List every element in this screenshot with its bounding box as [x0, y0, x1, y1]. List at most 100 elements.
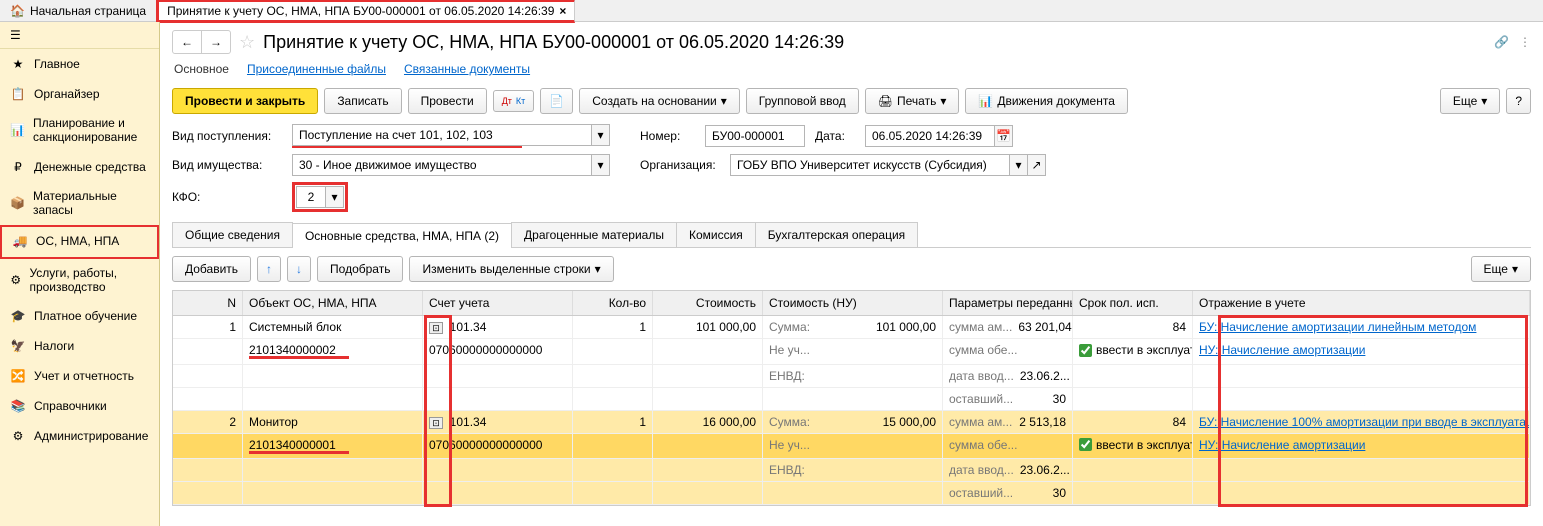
inner-tabs: Общие сведения Основные средства, НМА, Н… — [172, 222, 1531, 248]
home-icon: 🏠 — [10, 4, 25, 18]
sidebar-toggle[interactable]: ☰ — [0, 22, 159, 49]
property-type-label: Вид имущества: — [172, 158, 282, 172]
move-down-button[interactable]: ↓ — [287, 256, 311, 282]
kfo-dropdown[interactable]: ▾ — [326, 186, 344, 208]
star-icon: ★ — [10, 56, 26, 72]
th-srok[interactable]: Срок пол. исп. — [1073, 291, 1193, 315]
more-icon[interactable]: ⋮ — [1519, 35, 1531, 49]
sidebar-item-main[interactable]: ★Главное — [0, 49, 159, 79]
sidebar-item-admin[interactable]: ⚙Администрирование — [0, 421, 159, 451]
post-close-button[interactable]: Провести и закрыть — [172, 88, 318, 114]
move-up-button[interactable]: ↑ — [257, 256, 281, 282]
date-label: Дата: — [815, 129, 855, 143]
forward-button[interactable]: → — [202, 31, 230, 53]
account-column-highlight — [424, 315, 452, 507]
create-based-button[interactable]: Создать на основании ▾ — [579, 88, 740, 114]
debit-credit-button[interactable]: ДтКт — [493, 90, 535, 112]
th-qty[interactable]: Кол-во — [573, 291, 653, 315]
sidebar-item-taxes[interactable]: 🦅Налоги — [0, 331, 159, 361]
top-tabs: 🏠 Начальная страница Принятие к учету ОС… — [0, 0, 1543, 22]
edit-selected-button[interactable]: Изменить выделенные строки ▾ — [409, 256, 613, 282]
plan-icon: 📊 — [10, 122, 25, 138]
th-cost[interactable]: Стоимость — [653, 291, 763, 315]
sublink-related[interactable]: Связанные документы — [404, 62, 530, 76]
tab-document[interactable]: Принятие к учету ОС, НМА, НПА БУ00-00000… — [156, 0, 575, 23]
link-icon[interactable]: 🔗 — [1494, 35, 1509, 49]
eagle-icon: 🦅 — [10, 338, 26, 354]
th-params[interactable]: Параметры переданны... — [943, 291, 1073, 315]
th-obj[interactable]: Объект ОС, НМА, НПА — [243, 291, 423, 315]
reflection-highlight — [1218, 315, 1528, 507]
org-open[interactable]: ↗ — [1028, 154, 1046, 176]
back-button[interactable]: ← — [173, 31, 202, 53]
receipt-type-field[interactable]: Поступление на счет 101, 102, 103 — [292, 124, 592, 146]
sidebar-item-organizer[interactable]: 📋Органайзер — [0, 79, 159, 109]
th-acc[interactable]: Счет учета — [423, 291, 573, 315]
sidebar-item-services[interactable]: ⚙Услуги, работы, производство — [0, 259, 159, 302]
help-button[interactable]: ? — [1506, 88, 1531, 114]
receipt-type-label: Вид поступления: — [172, 129, 282, 143]
toolbar: Провести и закрыть Записать Провести ДтК… — [172, 88, 1531, 114]
date-picker-button[interactable]: 📅 — [995, 125, 1013, 147]
sidebar-item-money[interactable]: ₽Денежные средства — [0, 152, 159, 182]
th-costnu[interactable]: Стоимость (НУ) — [763, 291, 943, 315]
sub-toolbar: Добавить ↑ ↓ Подобрать Изменить выделенн… — [172, 256, 1531, 282]
write-button[interactable]: Записать — [324, 88, 401, 114]
sidebar: ☰ ★Главное 📋Органайзер 📊Планирование и с… — [0, 22, 160, 526]
receipt-type-dropdown[interactable]: ▾ — [592, 124, 610, 146]
number-field[interactable]: БУ00-000001 — [705, 125, 805, 147]
table-header: N Объект ОС, НМА, НПА Счет учета Кол-во … — [173, 291, 1530, 316]
group-input-button[interactable]: Групповой ввод — [746, 88, 859, 114]
book-icon: 📚 — [10, 398, 26, 414]
org-dropdown[interactable]: ▾ — [1010, 154, 1028, 176]
tab-home[interactable]: 🏠 Начальная страница — [0, 1, 156, 21]
tab-document-label: Принятие к учету ОС, НМА, НПА БУ00-00000… — [167, 4, 554, 18]
more-button[interactable]: Еще ▾ — [1440, 88, 1500, 114]
pick-button[interactable]: Подобрать — [317, 256, 403, 282]
gear-icon: ⚙ — [10, 428, 26, 444]
nav-buttons: ← → — [172, 30, 231, 54]
tab-general[interactable]: Общие сведения — [172, 222, 293, 247]
truck-icon: 🚚 — [12, 234, 28, 250]
tab-commission[interactable]: Комиссия — [676, 222, 756, 247]
property-type-dropdown[interactable]: ▾ — [592, 154, 610, 176]
sliders-icon: ⚙ — [10, 272, 21, 288]
grad-cap-icon: 🎓 — [10, 308, 26, 324]
commission-checkbox[interactable]: ввести в эксплуатацию — [1079, 343, 1193, 357]
sidebar-item-paid-edu[interactable]: 🎓Платное обучение — [0, 301, 159, 331]
tab-accounting[interactable]: Бухгалтерская операция — [755, 222, 918, 247]
th-n[interactable]: N — [173, 291, 243, 315]
sidebar-item-reports[interactable]: 🔀Учет и отчетность — [0, 361, 159, 391]
sublink-main[interactable]: Основное — [174, 62, 229, 76]
sidebar-item-refs[interactable]: 📚Справочники — [0, 391, 159, 421]
tab-home-label: Начальная страница — [30, 4, 146, 18]
sidebar-item-planning[interactable]: 📊Планирование и санкционирование — [0, 109, 159, 152]
report-button[interactable]: 📄 — [540, 88, 573, 114]
sidebar-item-os[interactable]: 🚚ОС, НМА, НПА — [0, 225, 159, 259]
share-icon: 🔀 — [10, 368, 26, 384]
kfo-label: КФО: — [172, 190, 282, 204]
print-button[interactable]: 🖨 Печать ▾ — [865, 88, 960, 114]
property-type-field[interactable]: 30 - Иное движимое имущество — [292, 154, 592, 176]
kfo-field[interactable]: 2 — [296, 186, 326, 208]
box-icon: 📦 — [10, 195, 25, 211]
data-table: N Объект ОС, НМА, НПА Счет учета Кол-во … — [172, 290, 1531, 506]
date-field[interactable]: 06.05.2020 14:26:39 — [865, 125, 995, 147]
close-icon[interactable]: × — [559, 4, 566, 18]
content: ← → ☆ Принятие к учету ОС, НМА, НПА БУ00… — [160, 22, 1543, 526]
org-label: Организация: — [640, 158, 720, 172]
tab-precious[interactable]: Драгоценные материалы — [511, 222, 677, 247]
add-button[interactable]: Добавить — [172, 256, 251, 282]
favorite-star[interactable]: ☆ — [239, 32, 255, 53]
th-refl[interactable]: Отражение в учете — [1193, 291, 1530, 315]
post-button[interactable]: Провести — [408, 88, 487, 114]
sub-more-button[interactable]: Еще ▾ — [1471, 256, 1531, 282]
tab-os[interactable]: Основные средства, НМА, НПА (2) — [292, 223, 512, 248]
org-field[interactable]: ГОБУ ВПО Университет искусств (Субсидия) — [730, 154, 1010, 176]
sublink-files[interactable]: Присоединенные файлы — [247, 62, 386, 76]
number-label: Номер: — [640, 129, 695, 143]
sidebar-item-materials[interactable]: 📦Материальные запасы — [0, 182, 159, 225]
ruble-icon: ₽ — [10, 159, 26, 175]
movements-button[interactable]: 📊 Движения документа — [965, 88, 1128, 114]
commission-checkbox[interactable]: ввести в эксплуатацию — [1079, 438, 1193, 452]
